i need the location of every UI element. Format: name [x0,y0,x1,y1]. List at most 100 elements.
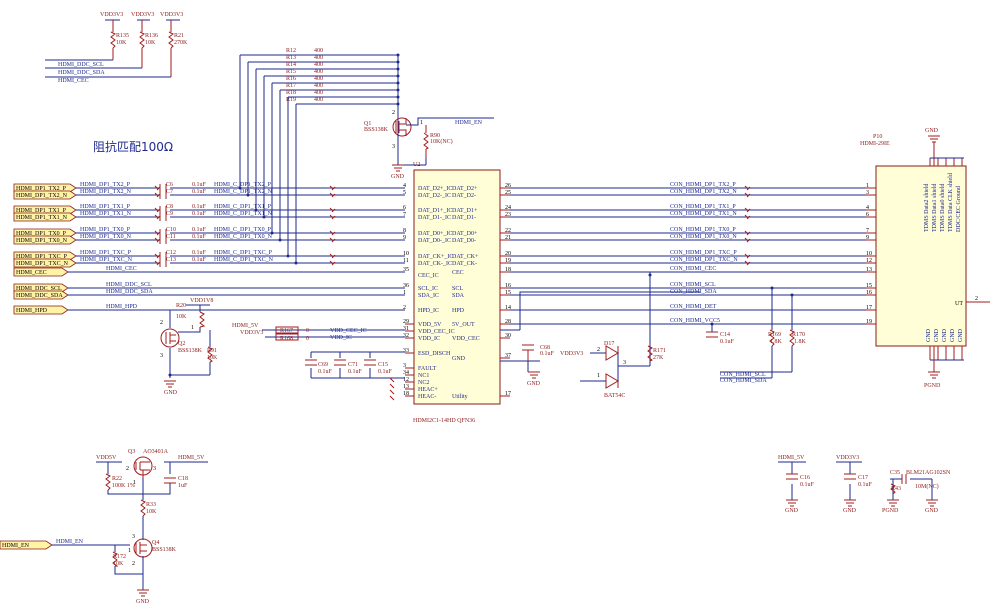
r136-ref: R136 [145,33,158,39]
r22-val: 100K 1% [112,483,135,489]
r167-ref: R167 [280,328,293,334]
con-net-label: CON_HDMI_CEC [670,266,716,272]
q3-pin-3: 3 [153,466,156,472]
p10-gnd-pin: GND [958,328,964,342]
con-net-label: CON_HDMI_DP1_TX0_P [670,227,736,233]
r13-val: 400 [314,55,323,61]
pull-up-block: VDD3V3 VDD3V3 VDD3V3 R135 10K R136 10K R… [45,12,188,84]
p10-pin-num: 4 [866,205,869,211]
q2-gnd: GND [164,390,178,396]
d17-pin-2: 2 [597,347,600,353]
c16-val: 0.1uF [800,482,815,488]
port-label: HDMI_DP1_TX2_N [16,193,68,199]
cap-val: 0.1uF [192,250,207,256]
p10-gnd-pin: GND [942,328,948,342]
net-label: HDMI_DP1_TX0_P [80,227,131,233]
net-label: HDMI_DDC_SDA [106,289,153,295]
p10-pin-num: 17 [866,305,872,311]
u2-right-pin: SDA [452,293,465,299]
r21-ref: R21 [174,33,184,39]
net-label: HDMI_DDC_SCL [106,282,152,288]
con-net-label: CON_HDMI_DP1_TX1_P [670,204,736,210]
u2-left-pin-num: 11 [403,258,409,264]
u2-left-pin: DAT_D1+_IC [418,208,452,214]
r168-ref: R168 [280,336,293,342]
cap-val: 0.1uF [192,211,207,217]
net-hdmi-en-lower: HDMI_EN [56,539,84,545]
c17-ref: C17 [858,475,868,481]
u2-left-pin: HEAC- [418,394,436,400]
q1-pin-2: 2 [392,110,395,116]
r22-ref: R22 [112,476,122,482]
net-label: HDMI_DP1_TX1_P [80,204,131,210]
ferrite-pgnd: PGND [882,508,899,514]
con-net-label: CON_HDMI_DP1_TXC_N [670,257,738,263]
u2-left-pin-num: 8 [403,228,406,234]
net-label: HDMI_DP1_TXC_N [80,257,133,263]
u2-left-pin: VDD_5V [418,322,442,328]
c15-ref: C15 [378,362,388,368]
r169-val: 1.8K [770,339,783,345]
c69-val: 0.1uF [318,369,333,375]
u2-right-pin: DAT_CK+ [452,254,479,260]
u2-left-pin: DAT_D1-_IC [418,215,451,221]
vdd-label: VDD3V3 [100,12,123,18]
p10-pin-num: 19 [866,319,872,325]
p10-pin-num: 3 [866,190,869,196]
r18-ref: R18 [286,90,296,96]
con-net-label: CON_HDMI_DP1_TX2_N [670,189,737,195]
p10-pgnd: PGND [924,383,941,389]
p10-gnd-pin: GND [926,328,932,342]
p10-gnd-pin: GND [950,328,956,342]
q3-pin-2: 2 [126,466,129,472]
net-label: HDMI_CEC [106,266,137,272]
u2-left-pin-num: 7 [403,212,406,218]
port-label: HDMI_DDC_SDA [16,293,63,299]
r170-val: 1.8K [794,339,807,345]
vdd-ic-net: VDD_IC [330,335,352,341]
p10-shield-label: TDMS Data CLK shield [948,173,954,232]
cap-ref: C6 [166,182,173,188]
d17-ref: D17 [604,341,614,347]
schematic-canvas: VDD3V3 VDD3V3 VDD3V3 R135 10K R136 10K R… [0,12,990,605]
cap-net-label: HDMI_C_DP1_TXC_N [214,257,274,263]
p10-shield-label: TDMS Data0 shield [940,184,946,232]
u2-left-pin-num: 32 [403,333,409,339]
left-ports: HDMI_DP1_TX2_PHDMI_DP1_TX2_P C6 0.1uF HDMI_… [13,182,409,315]
u2-right-pin: 5V_OUT [452,322,475,328]
r15-val: 400 [314,69,323,75]
q3-vdd: VDD5V [96,455,117,461]
r168-val: 0 [306,336,309,342]
r19-val: 400 [314,97,323,103]
r91-val: 10K [207,355,218,361]
q2-block: VDD1V8 R20 10K 1 2 3 Q2 BSS138K R91 10K … [160,298,405,396]
q2-ref: Q2 [178,341,185,347]
p10-shield-label: DDC/CEC Ground [956,186,962,232]
esd-caps: C69 0.1uF C71 0.1uF C15 0.1uF [305,351,405,401]
q4-pin-2: 2 [132,561,135,567]
r135-val: 10K [116,40,127,46]
r15-ref: R15 [286,69,296,75]
u2-left-pin-num: 3 [403,363,406,369]
u2-right-pin: DAT_D1+ [452,208,478,214]
u2-right-pin-num: 17 [505,391,511,397]
port-label: HDMI_HPD [16,308,48,314]
c69-ref: C69 [318,362,328,368]
u2-left-pin: VDD_IC [418,336,440,342]
p10-pin-num: 6 [866,212,869,218]
c16-gnd: GND [785,508,799,514]
c14-val: 0.1uF [720,339,735,345]
u2-right-pin: GND [452,356,466,362]
r43-val: 10M(NC) [915,483,939,490]
con-sda-lower: CON_HDMI_SDA [720,378,767,384]
r33-ref: R33 [146,502,156,508]
port-label: HDMI_DP1_TX0_N [16,238,68,244]
net-label: HDMI_DP1_TXC_P [80,250,132,256]
port-label: HDMI_DP1_TX1_N [16,215,68,221]
r14-ref: R14 [286,62,296,68]
r172-ref: R172 [113,554,126,560]
cap-net-label: HDMI_C_DP1_TX2_P [214,182,272,188]
cap-ref: C13 [166,257,176,263]
q4-ref: Q4 [152,540,159,546]
r91-ref: R91 [207,348,217,354]
